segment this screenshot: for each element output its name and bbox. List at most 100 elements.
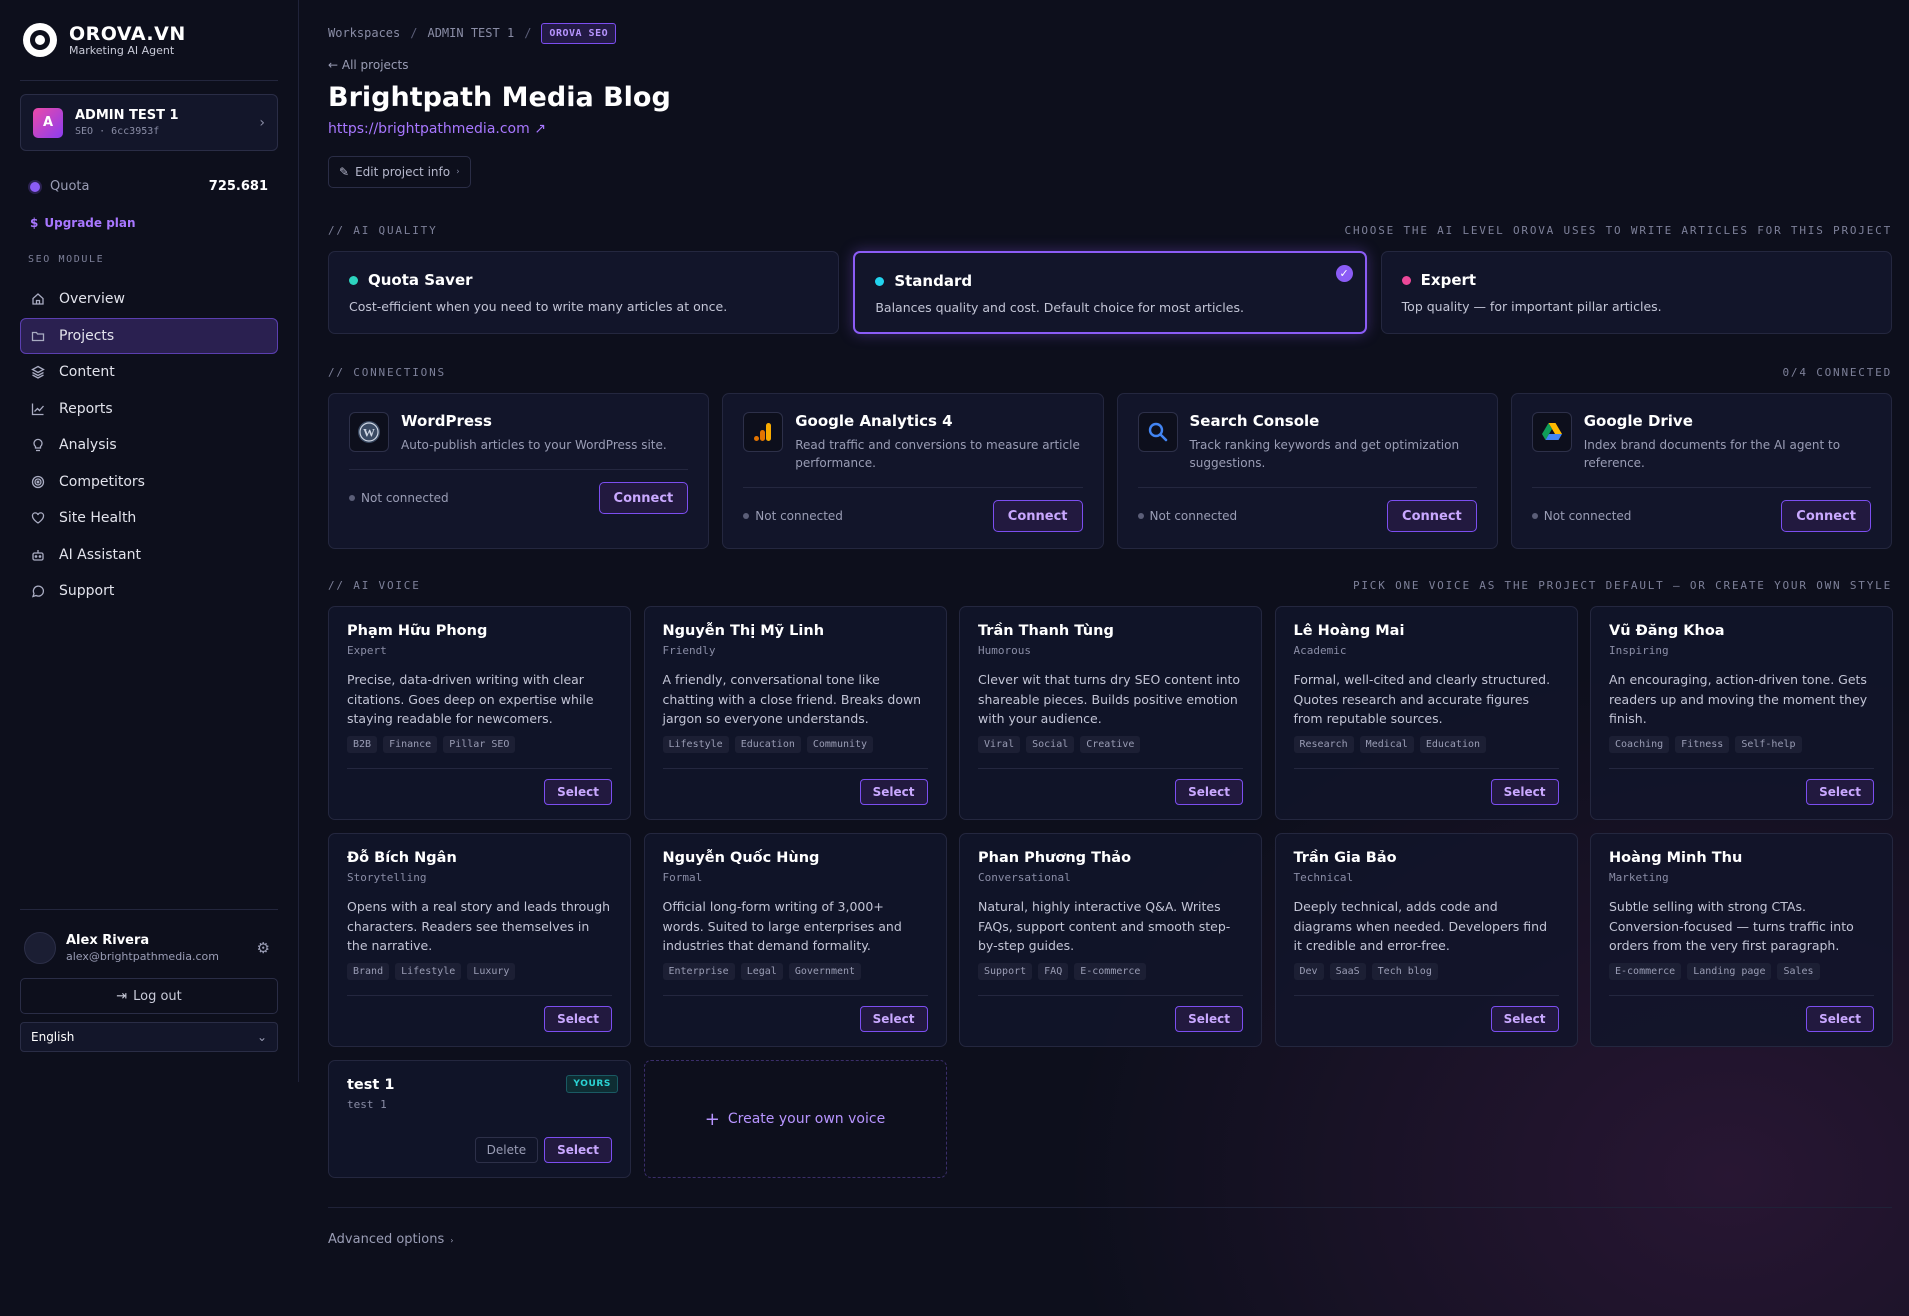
edit-project-button[interactable]: ✎ Edit project info ›	[328, 156, 471, 188]
select-voice-button[interactable]: Select	[1175, 779, 1243, 805]
voice-tag: Finance	[383, 736, 438, 753]
upgrade-plan-link[interactable]: $ Upgrade plan	[20, 216, 278, 230]
connect-search-console-button[interactable]: Connect	[1387, 500, 1477, 532]
voice-card[interactable]: Vũ Đăng Khoa Inspiring An encouraging, act…	[1590, 606, 1893, 820]
sidebar-item-competitors[interactable]: Competitors	[20, 464, 278, 500]
voice-style: Marketing	[1609, 871, 1669, 884]
section-title: // AI QUALITY	[328, 224, 438, 237]
select-voice-button[interactable]: Select	[1806, 779, 1874, 805]
select-voice-button[interactable]: Select	[859, 1006, 928, 1032]
voice-tags: Brand Lifestyle Luxury	[347, 963, 612, 980]
select-voice-button[interactable]: Select	[544, 1137, 612, 1163]
divider	[20, 80, 278, 81]
voice-footer: Select	[662, 995, 928, 1032]
breadcrumb-workspace[interactable]: ADMIN TEST 1	[427, 26, 514, 40]
breadcrumb-current: OROVA SEO	[541, 22, 617, 44]
edit-project-label: Edit project info	[355, 165, 451, 179]
voice-card[interactable]: Phạm Hữu Phong Expert Precise, data-driven…	[328, 606, 631, 820]
voice-footer: Select	[1609, 995, 1874, 1032]
sidebar-item-ai-assistant[interactable]: AI Assistant	[20, 537, 278, 573]
select-voice-button[interactable]: Select	[544, 779, 612, 805]
ai-quality-header: // AI QUALITY CHOOSE THE AI LEVEL OROVA …	[328, 224, 1892, 237]
ai-quality-options: Quota Saver Cost-efficient when you need…	[328, 251, 1892, 334]
voice-style: Friendly	[662, 644, 716, 657]
quality-title: Standard	[894, 272, 973, 290]
connect-google-drive-button[interactable]: Connect	[1781, 500, 1871, 532]
logout-button[interactable]: ⇥ Log out	[20, 978, 278, 1014]
quality-option-quota-saver[interactable]: Quota Saver Cost-efficient when you need…	[328, 251, 840, 334]
voice-style: Humorous	[978, 644, 1031, 657]
voice-card[interactable]: Trần Gia Bảo Technical Deeply technical, a…	[1274, 833, 1578, 1047]
connection-footer: Not connected Connect	[743, 487, 1083, 532]
select-voice-button[interactable]: Select	[859, 779, 928, 805]
voice-desc: Subtle selling with strong CTAs. Convers…	[1609, 899, 1854, 953]
sidebar-item-projects[interactable]: Projects	[20, 317, 278, 354]
sidebar-item-label: Projects	[59, 327, 115, 344]
sidebar-item-content[interactable]: Content	[20, 354, 278, 390]
sidebar-item-label: AI Assistant	[59, 546, 141, 563]
workspace-switcher[interactable]: A ADMIN TEST 1 SEO · 6cc3953f ›	[20, 94, 278, 151]
voice-card[interactable]: Hoàng Minh Thu Marketing Subtle selling wi…	[1590, 833, 1893, 1047]
section-title: // CONNECTIONS	[328, 366, 446, 379]
back-to-projects-link[interactable]: ← All projects	[328, 58, 1892, 72]
sidebar-item-analysis[interactable]: Analysis	[20, 427, 278, 463]
voice-style: Academic	[1293, 644, 1347, 657]
chevron-right-icon: ›	[456, 167, 460, 177]
create-voice-button[interactable]: + Create your own voice	[643, 1060, 947, 1178]
connection-desc: Read traffic and conversions to measure …	[795, 438, 1080, 470]
yours-badge: YOURS	[566, 1075, 618, 1093]
divider	[328, 1207, 1892, 1208]
user-name: Alex Rivera	[66, 933, 150, 948]
voice-card[interactable]: Lê Hoàng Mai Academic Formal, well-cited a…	[1274, 606, 1578, 820]
language-select[interactable]: English ⌄	[20, 1022, 278, 1052]
advanced-options-toggle[interactable]: Advanced options ›	[328, 1232, 1892, 1247]
voice-name: Vũ Đăng Khoa	[1609, 623, 1725, 639]
check-icon: ✓	[1335, 265, 1353, 282]
select-voice-button[interactable]: Select	[1490, 1006, 1559, 1032]
sidebar-item-support[interactable]: Support	[20, 573, 278, 609]
page-title: Brightpath Media Blog	[328, 82, 671, 113]
heart-icon	[31, 511, 45, 525]
brand[interactable]: OROVA.VN Marketing AI Agent	[20, 0, 278, 80]
voice-footer: Select	[978, 768, 1243, 805]
sidebar-item-reports[interactable]: Reports	[20, 391, 278, 427]
quality-title: Expert	[1420, 271, 1477, 289]
brand-subtitle: Marketing AI Agent	[69, 43, 175, 57]
connection-footer: Not connected Connect	[1137, 487, 1477, 532]
voice-tags: Dev SaaS Tech blog	[1293, 963, 1559, 980]
logout-label: Log out	[133, 988, 182, 1004]
quality-option-standard[interactable]: Standard Balances quality and cost. Defa…	[853, 251, 1367, 334]
connection-status: Not connected	[743, 509, 843, 523]
voice-card[interactable]: Nguyễn Thị Mỹ Linh Friendly A friendly, co…	[643, 606, 947, 820]
connection-wordpress: W WordPress Auto-publish articles to you…	[328, 393, 710, 549]
voice-card[interactable]: Trần Thanh Tùng Humorous Clever wit that t…	[959, 606, 1262, 820]
voice-tag: Landing page	[1687, 963, 1772, 980]
workspace-name: ADMIN TEST 1	[75, 108, 179, 123]
custom-voice-card[interactable]: test 1 test 1 YOURS Delete Select	[328, 1060, 631, 1178]
connection-status: Not connected	[1138, 509, 1238, 523]
breadcrumb-workspaces[interactable]: Workspaces	[328, 26, 400, 40]
sidebar-item-site-health[interactable]: Site Health	[20, 500, 278, 536]
voice-style: test 1	[347, 1098, 387, 1111]
connect-wordpress-button[interactable]: Connect	[598, 482, 689, 514]
gear-icon[interactable]: ⚙	[257, 939, 270, 957]
connect-google-analytics-button[interactable]: Connect	[992, 500, 1083, 532]
voice-card[interactable]: Nguyễn Quốc Hùng Formal Official long-form…	[643, 833, 947, 1047]
quality-option-expert[interactable]: Expert Top quality — for important pilla…	[1380, 251, 1892, 334]
select-voice-button[interactable]: Select	[1175, 1006, 1243, 1032]
voice-footer: Delete Select	[347, 1127, 612, 1163]
user-profile[interactable]: Alex Rivera alex@brightpathmedia.com ⚙	[20, 910, 278, 964]
voice-card[interactable]: Phan Phương Thảo Conversational Natural, h…	[959, 833, 1262, 1047]
select-voice-button[interactable]: Select	[1806, 1006, 1874, 1032]
voice-desc: Deeply technical, adds code and diagrams…	[1293, 899, 1548, 953]
select-voice-button[interactable]: Select	[1490, 779, 1559, 805]
project-url-link[interactable]: https://brightpathmedia.com ↗	[328, 121, 1892, 137]
user-block: Alex Rivera alex@brightpathmedia.com ⚙ ⇥…	[20, 909, 278, 1052]
status-dot-icon	[349, 275, 358, 285]
voice-card[interactable]: Đỗ Bích Ngân Storytelling Opens with a rea…	[328, 833, 631, 1047]
connections-count: 0/4 CONNECTED	[1782, 366, 1892, 379]
plus-icon: +	[704, 1108, 720, 1130]
select-voice-button[interactable]: Select	[544, 1006, 612, 1032]
delete-voice-button[interactable]: Delete	[474, 1137, 539, 1163]
sidebar-item-overview[interactable]: Overview	[20, 281, 278, 317]
